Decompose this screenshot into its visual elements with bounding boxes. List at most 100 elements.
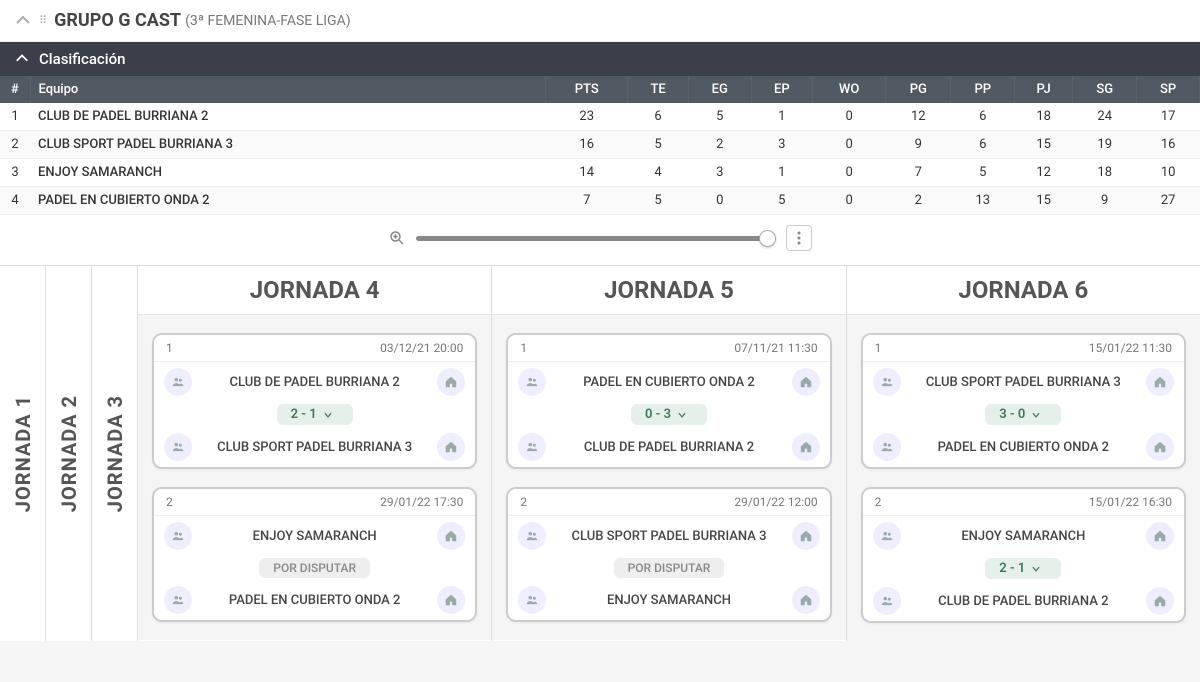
team-users-icon[interactable] bbox=[164, 522, 192, 550]
jornada-column: JORNADA 5 107/11/21 11:30PADEL EN CUBIERT… bbox=[492, 266, 846, 641]
team-users-icon[interactable] bbox=[873, 522, 901, 550]
match-team-row: CLUB DE PADEL BURRIANA 2 bbox=[154, 362, 475, 402]
match-number: 2 bbox=[520, 495, 527, 509]
match-number: 1 bbox=[875, 341, 882, 355]
team-users-icon[interactable] bbox=[873, 368, 901, 396]
score-pill[interactable]: 2 - 1 bbox=[985, 558, 1061, 579]
match-card[interactable]: 229/01/22 12:00 CLUB SPORT PADEL BURRIANA… bbox=[506, 487, 831, 622]
home-icon[interactable] bbox=[437, 586, 465, 614]
collapse-classification-icon[interactable] bbox=[15, 52, 29, 66]
jornada-tab-3[interactable]: JORNADA 3 bbox=[92, 266, 138, 641]
match-date: 15/01/22 16:30 bbox=[1089, 495, 1172, 509]
match-team-row: CLUB DE PADEL BURRIANA 2 bbox=[863, 581, 1184, 621]
cell-te: 6 bbox=[628, 103, 688, 131]
jornada-tab-1[interactable]: JORNADA 1 bbox=[0, 266, 46, 641]
classification-bar[interactable]: Clasificación bbox=[0, 42, 1200, 76]
cell-pj: 15 bbox=[1015, 187, 1073, 215]
group-title: GRUPO G CAST bbox=[54, 10, 181, 31]
match-header: 215/01/22 16:30 bbox=[863, 489, 1184, 516]
cell-pp: 6 bbox=[951, 103, 1015, 131]
score-text: 2 - 1 bbox=[999, 561, 1025, 576]
zoom-slider-thumb[interactable] bbox=[759, 230, 776, 247]
jornada-column: JORNADA 4103/12/21 20:00CLUB DE PADEL BU… bbox=[138, 266, 492, 641]
standings-col-sg: SG bbox=[1073, 76, 1137, 103]
match-team-row: PADEL EN CUBIERTO ONDA 2 bbox=[863, 427, 1184, 467]
more-options-button[interactable] bbox=[786, 225, 812, 251]
cell-pg: 9 bbox=[886, 131, 951, 159]
cell-pg: 2 bbox=[886, 187, 951, 215]
drag-handle-icon[interactable]: ⠿ bbox=[39, 14, 46, 27]
chevron-down-icon bbox=[1031, 410, 1041, 420]
pending-badge: POR DISPUTAR bbox=[614, 558, 725, 578]
jornada-column-title: JORNADA 5 bbox=[492, 266, 845, 315]
cell-team: CLUB DE PADEL BURRIANA 2 bbox=[30, 103, 546, 131]
cell-pp: 6 bbox=[951, 131, 1015, 159]
standings-col-pp: PP bbox=[951, 76, 1015, 103]
home-icon[interactable] bbox=[1146, 368, 1174, 396]
team-users-icon[interactable] bbox=[518, 522, 546, 550]
team-name: CLUB DE PADEL BURRIANA 2 bbox=[546, 440, 791, 455]
score-pill[interactable]: 3 - 0 bbox=[985, 404, 1061, 425]
score-text: 2 - 1 bbox=[291, 407, 317, 422]
team-users-icon[interactable] bbox=[518, 433, 546, 461]
jornada-tab-2[interactable]: JORNADA 2 bbox=[46, 266, 92, 641]
cell-eg: 3 bbox=[688, 159, 751, 187]
match-date: 03/12/21 20:00 bbox=[380, 341, 463, 355]
standings-col-equipo: Equipo bbox=[30, 76, 546, 103]
cell-sp: 16 bbox=[1137, 131, 1200, 159]
team-name: PADEL EN CUBIERTO ONDA 2 bbox=[192, 593, 437, 608]
match-card[interactable]: 1 03/12/21 20:00 CLUB DE PADEL BURRIANA 2 2… bbox=[152, 333, 477, 469]
team-users-icon[interactable] bbox=[164, 586, 192, 614]
cell-te: 5 bbox=[628, 131, 688, 159]
match-team-row: CLUB DE PADEL BURRIANA 2 bbox=[508, 427, 829, 467]
home-icon[interactable] bbox=[792, 586, 820, 614]
zoom-slider[interactable] bbox=[416, 236, 776, 241]
jornadas-section: JORNADA 1 JORNADA 2 JORNADA 3 JORNADA 41… bbox=[0, 265, 1200, 641]
group-subtitle: (3ª FEMENINA-FASE LIGA) bbox=[185, 13, 351, 29]
cell-wo: 0 bbox=[812, 131, 885, 159]
cell-pos: 2 bbox=[0, 131, 30, 159]
cell-ep: 5 bbox=[751, 187, 812, 215]
home-icon[interactable] bbox=[1146, 522, 1174, 550]
home-icon[interactable] bbox=[437, 433, 465, 461]
team-name: ENJOY SAMARANCH bbox=[901, 529, 1146, 544]
home-icon[interactable] bbox=[437, 522, 465, 550]
cell-te: 4 bbox=[628, 159, 688, 187]
match-team-row: ENJOY SAMARANCH bbox=[154, 516, 475, 556]
team-users-icon[interactable] bbox=[164, 368, 192, 396]
match-header: 107/11/21 11:30 bbox=[508, 335, 829, 362]
standings-col-pg: PG bbox=[886, 76, 951, 103]
team-users-icon[interactable] bbox=[873, 587, 901, 615]
match-card[interactable]: 215/01/22 16:30 ENJOY SAMARANCH 2 - 1 CLUB … bbox=[861, 487, 1186, 623]
team-name: CLUB DE PADEL BURRIANA 2 bbox=[192, 375, 437, 390]
match-card[interactable]: 115/01/22 11:30CLUB SPORT PADEL BURRIANA… bbox=[861, 333, 1186, 469]
home-icon[interactable] bbox=[1146, 433, 1174, 461]
zoom-in-icon[interactable] bbox=[388, 229, 406, 247]
cell-sg: 18 bbox=[1073, 159, 1137, 187]
team-users-icon[interactable] bbox=[518, 586, 546, 614]
score-text: 0 - 3 bbox=[645, 407, 671, 422]
collapse-group-icon[interactable] bbox=[15, 13, 31, 29]
team-name: CLUB DE PADEL BURRIANA 2 bbox=[901, 594, 1146, 609]
standings-row: 2CLUB SPORT PADEL BURRIANA 3165230961519… bbox=[0, 131, 1200, 159]
team-name: CLUB SPORT PADEL BURRIANA 3 bbox=[546, 529, 791, 544]
match-card[interactable]: 107/11/21 11:30PADEL EN CUBIERTO ONDA 20… bbox=[506, 333, 831, 469]
standings-header-row: #EquipoPTSTEEGEPWOPGPPPJSGSP bbox=[0, 76, 1200, 103]
score-pill[interactable]: 2 - 1 bbox=[277, 404, 353, 425]
home-icon[interactable] bbox=[1146, 587, 1174, 615]
home-icon[interactable] bbox=[437, 368, 465, 396]
home-icon[interactable] bbox=[792, 433, 820, 461]
match-number: 1 bbox=[166, 341, 173, 355]
home-icon[interactable] bbox=[792, 368, 820, 396]
match-header: 229/01/22 12:00 bbox=[508, 489, 829, 516]
team-users-icon[interactable] bbox=[164, 433, 192, 461]
score-pill[interactable]: 0 - 3 bbox=[631, 404, 707, 425]
match-card[interactable]: 229/01/22 17:30ENJOY SAMARANCHPOR DISPUT… bbox=[152, 487, 477, 622]
team-users-icon[interactable] bbox=[873, 433, 901, 461]
match-header: 1 03/12/21 20:00 bbox=[154, 335, 475, 362]
home-icon[interactable] bbox=[792, 522, 820, 550]
team-users-icon[interactable] bbox=[518, 368, 546, 396]
group-header: ⠿ GRUPO G CAST (3ª FEMENINA-FASE LIGA) bbox=[0, 0, 1200, 42]
chevron-down-icon bbox=[1031, 564, 1041, 574]
team-name: CLUB SPORT PADEL BURRIANA 3 bbox=[901, 375, 1146, 390]
